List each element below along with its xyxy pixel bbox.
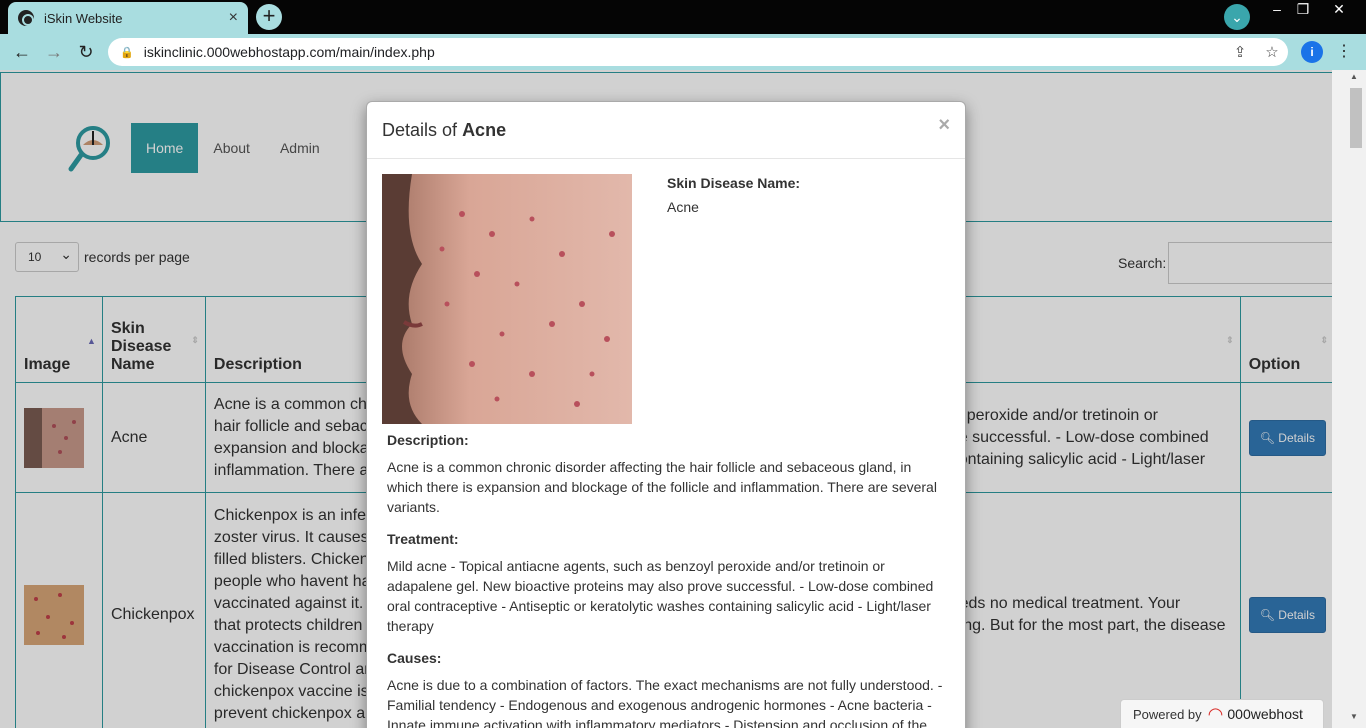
new-tab-button[interactable]: + xyxy=(256,4,282,30)
window-close-icon[interactable]: ✕ xyxy=(1324,0,1354,20)
treatment-text: Mild acne - Topical antiacne agents, suc… xyxy=(387,558,934,634)
site-favicon-icon xyxy=(18,10,34,26)
tab-close-icon[interactable]: × xyxy=(229,9,238,27)
tab-title: iSkin Website xyxy=(44,10,123,26)
details-modal: Details of Acne × Skin Disease Name: Acn… xyxy=(366,101,966,728)
back-icon[interactable]: ← xyxy=(10,40,34,64)
browser-tab[interactable]: iSkin Website × xyxy=(8,2,248,34)
browser-tab-bar: iSkin Website × + ⌄ – ❐ ✕ xyxy=(0,0,1366,34)
forward-icon[interactable]: → xyxy=(42,40,66,64)
webhost-logo-icon: ◠ xyxy=(1207,703,1224,724)
page-scrollbar[interactable]: ▲ ▼ xyxy=(1332,70,1366,728)
profile-avatar[interactable]: i xyxy=(1301,41,1323,63)
disease-name-label: Skin Disease Name: xyxy=(667,175,801,191)
webhost-brand: ◠ 000webhost xyxy=(1207,703,1303,724)
powered-by-label: Powered by xyxy=(1133,706,1202,722)
tab-search-icon[interactable]: ⌄ xyxy=(1224,4,1250,30)
disease-name-value: Acne xyxy=(667,199,699,215)
modal-close-button[interactable]: × xyxy=(938,114,950,137)
url-text: iskinclinic.000webhostapp.com/main/index… xyxy=(143,44,435,60)
scrollbar-thumb[interactable] xyxy=(1350,88,1362,148)
bookmark-star-icon[interactable]: ☆ xyxy=(1256,43,1288,61)
address-toolbar: ← → ↻ 🔒 iskinclinic.000webhostapp.com/ma… xyxy=(0,34,1366,70)
restore-icon[interactable]: ❐ xyxy=(1288,0,1318,20)
description-section: Description: Acne is a common chronic di… xyxy=(382,432,950,517)
modal-body: Skin Disease Name: Acne Description: Acn… xyxy=(367,159,965,728)
share-icon[interactable]: ⇪ xyxy=(1224,43,1256,61)
description-label: Description: xyxy=(387,432,469,448)
treatment-label: Treatment: xyxy=(387,531,459,547)
treatment-section: Treatment: Mild acne - Topical antiacne … xyxy=(382,531,950,636)
description-text: Acne is a common chronic disorder affect… xyxy=(387,459,937,515)
powered-by-badge[interactable]: Powered by ◠ 000webhost xyxy=(1120,699,1324,728)
causes-section: Causes: Acne is due to a combination of … xyxy=(382,650,950,728)
modal-header: Details of Acne × xyxy=(367,102,965,159)
causes-text: Acne is due to a combination of factors.… xyxy=(387,677,943,728)
reload-icon[interactable]: ↻ xyxy=(74,40,98,64)
url-bar[interactable]: 🔒 iskinclinic.000webhostapp.com/main/ind… xyxy=(108,38,1288,66)
scroll-up-icon[interactable]: ▲ xyxy=(1350,72,1358,81)
modal-title: Details of Acne xyxy=(382,120,507,140)
browser-menu-icon[interactable]: ⋮ xyxy=(1336,40,1352,64)
lock-icon: 🔒 xyxy=(120,46,134,59)
scroll-down-icon[interactable]: ▼ xyxy=(1350,712,1358,721)
disease-name-field: Skin Disease Name: Acne xyxy=(667,175,800,215)
causes-label: Causes: xyxy=(387,650,442,666)
disease-image xyxy=(382,174,632,424)
